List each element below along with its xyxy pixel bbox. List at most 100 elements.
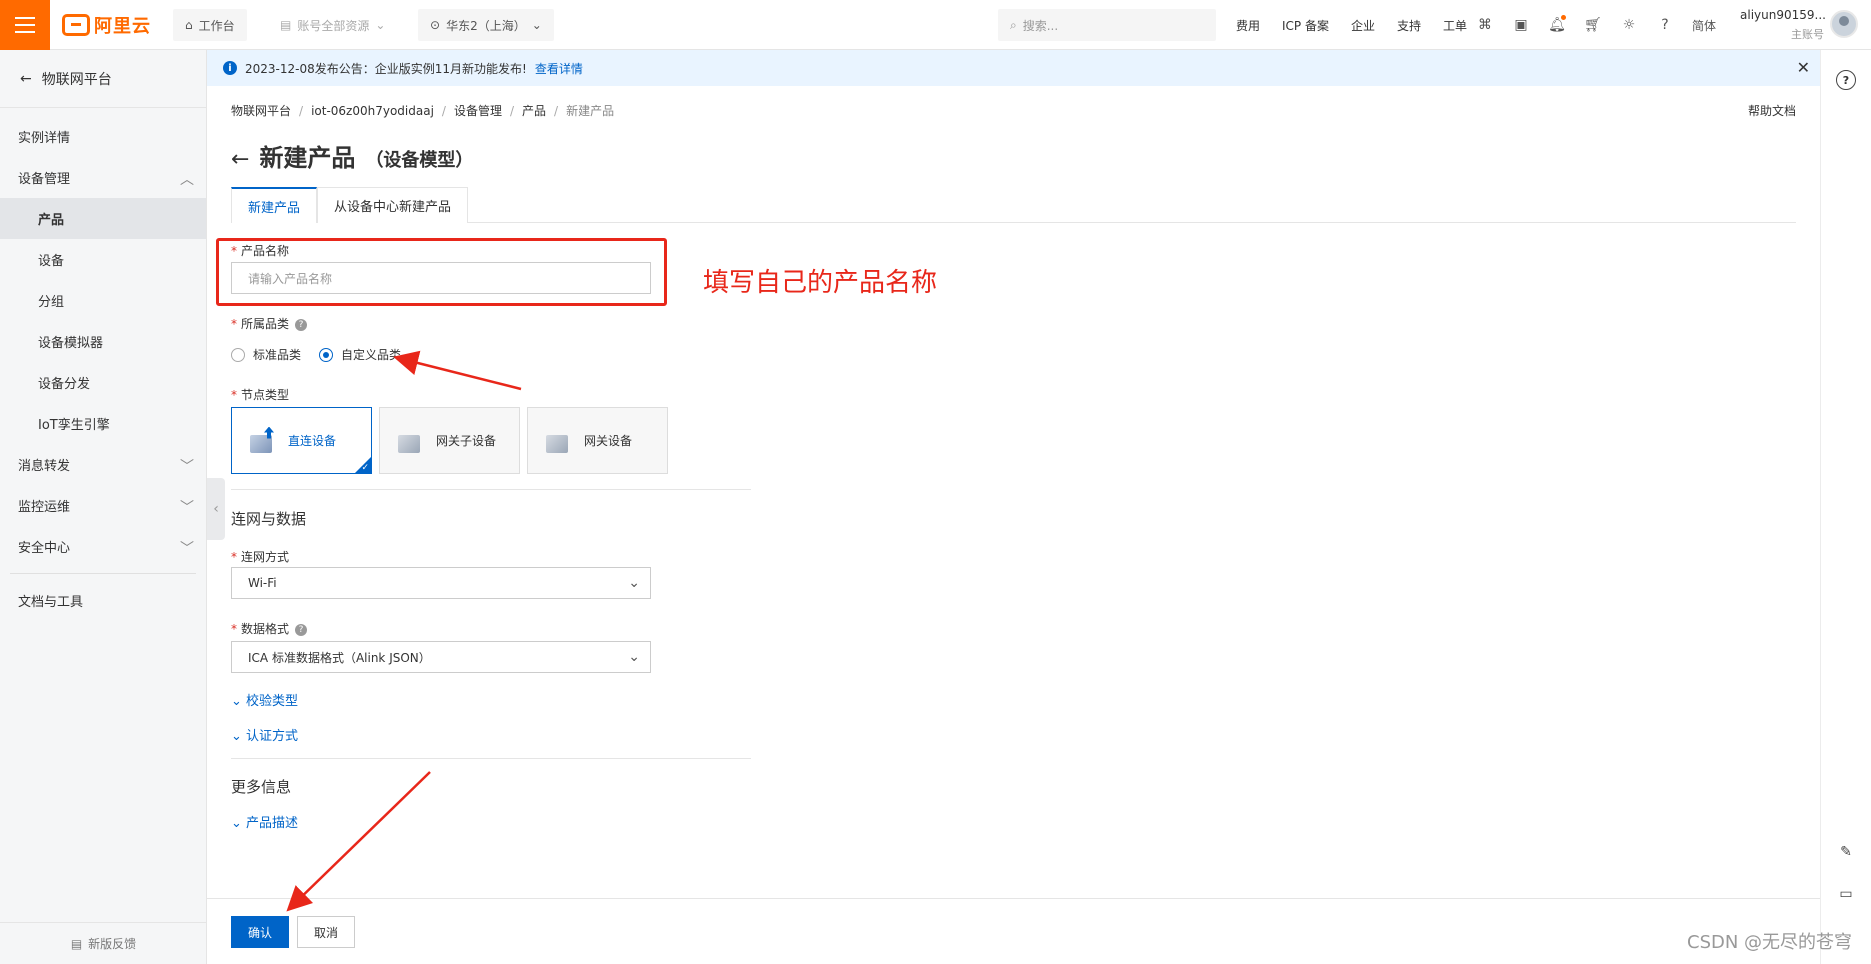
- sidebar-back[interactable]: ← 物联网平台: [0, 50, 206, 108]
- avatar[interactable]: [1830, 10, 1858, 38]
- sidebar-item-docs-tools[interactable]: 文档与工具: [0, 580, 206, 621]
- workbench-button[interactable]: ⌂ 工作台: [173, 9, 247, 41]
- code-icon[interactable]: ⌘: [1476, 17, 1494, 33]
- language-switch[interactable]: 简体: [1692, 17, 1716, 34]
- feedback-icon: ▤: [70, 936, 83, 951]
- sidebar-item-simulator[interactable]: 设备模拟器: [0, 321, 206, 362]
- chat-icon[interactable]: ▭: [1836, 886, 1856, 904]
- chevron-down-icon: ⌄: [231, 694, 247, 709]
- radio-standard-category[interactable]: 标准品类: [231, 346, 301, 363]
- search-icon: ⌕: [1010, 17, 1017, 32]
- sidebar-item-label: 文档与工具: [18, 595, 84, 610]
- sidebar-item-label: 安全中心: [18, 541, 71, 556]
- link-enterprise[interactable]: 企业: [1351, 17, 1375, 34]
- close-icon[interactable]: ✕: [1797, 58, 1810, 77]
- link-support[interactable]: 支持: [1397, 17, 1421, 34]
- edit-icon[interactable]: ✎: [1836, 844, 1856, 862]
- chevron-down-icon: ﹀: [180, 459, 194, 475]
- region-dropdown[interactable]: ⊙ 华东2（上海） ⌄: [418, 9, 554, 41]
- radio-label: 自定义品类: [341, 348, 402, 362]
- link-ticket[interactable]: 工单: [1443, 17, 1467, 34]
- announcement-link[interactable]: 查看详情: [535, 60, 583, 77]
- sidebar-item-monitoring[interactable]: 监控运维 ﹀: [0, 485, 206, 526]
- sidebar-item-security[interactable]: 安全中心 ﹀: [0, 526, 206, 567]
- sidebar-item-label: 消息转发: [18, 459, 71, 474]
- aliyun-logo[interactable]: 阿里云: [62, 12, 151, 38]
- feedback-button[interactable]: ▤ 新版反馈: [0, 922, 207, 964]
- info-icon: i: [223, 61, 237, 75]
- menu-icon[interactable]: [0, 0, 50, 50]
- data-format-label: * 数据格式?: [231, 620, 308, 637]
- user-name: aliyun90159...: [1740, 8, 1826, 22]
- auth-method-toggle[interactable]: ⌄ 认证方式: [231, 725, 298, 744]
- back-arrow-icon[interactable]: ←: [231, 147, 249, 172]
- question-icon[interactable]: ?: [295, 318, 308, 331]
- radio-custom-category[interactable]: 自定义品类: [319, 346, 401, 363]
- breadcrumb-current: 新建产品: [566, 104, 615, 118]
- sidebar-item-group[interactable]: 分组: [0, 280, 206, 321]
- product-desc-toggle[interactable]: ⌄ 产品描述: [231, 812, 298, 831]
- sidebar-item-device-management[interactable]: 设备管理 ︿: [0, 157, 206, 198]
- tab-bar: 新建产品 从设备中心新建产品: [231, 187, 1796, 223]
- bell-icon[interactable]: 🔔︎: [1548, 15, 1566, 33]
- breadcrumb-item[interactable]: 产品: [522, 102, 546, 119]
- page-title: 新建产品: [259, 144, 356, 172]
- section-divider: [231, 758, 751, 759]
- verify-type-toggle[interactable]: ⌄ 校验类型: [231, 690, 298, 709]
- top-links: 费用 ICP 备案 企业 支持 工单: [1236, 0, 1467, 50]
- sidebar-item-twin-engine[interactable]: IoT孪生引擎: [0, 403, 206, 444]
- chevron-down-icon: ⌄: [231, 729, 247, 744]
- feedback-label: 新版反馈: [88, 937, 137, 951]
- network-label: * 连网方式: [231, 550, 290, 564]
- chevron-down-icon: ⌄: [628, 649, 640, 665]
- cart-icon[interactable]: 🛒︎: [1584, 17, 1602, 33]
- data-format-select[interactable]: ICA 标准数据格式（Alink JSON） ⌄: [231, 641, 651, 673]
- announcement-bar: i 2023-12-08发布公告：企业版实例11月新功能发布! 查看详情 ✕: [207, 50, 1820, 86]
- node-type-gateway-device[interactable]: 网关设备: [527, 407, 668, 474]
- auth-method-label: 认证方式: [246, 729, 299, 744]
- node-type-direct-device[interactable]: 直连设备 ✓: [231, 407, 372, 474]
- sidebar-collapse-handle[interactable]: ‹: [207, 478, 225, 540]
- sidebar-item-message-forward[interactable]: 消息转发 ﹀: [0, 444, 206, 485]
- sidebar-item-instance[interactable]: 实例详情: [0, 116, 206, 157]
- tab-from-device-center[interactable]: 从设备中心新建产品: [317, 187, 469, 223]
- sidebar-item-product[interactable]: 产品: [0, 198, 206, 239]
- confirm-button[interactable]: 确认: [231, 916, 289, 948]
- node-type-cards: 直连设备 ✓ 网关子设备 网关设备: [231, 407, 668, 474]
- cancel-button[interactable]: 取消: [297, 916, 355, 948]
- user-info[interactable]: aliyun90159... 主账号: [1740, 8, 1826, 42]
- network-select[interactable]: Wi-Fi ⌄: [231, 567, 651, 599]
- chevron-down-icon: ﹀: [180, 500, 194, 516]
- verify-type-label: 校验类型: [246, 694, 299, 709]
- category-label: * 所属品类?: [231, 315, 308, 332]
- link-billing[interactable]: 费用: [1236, 17, 1260, 34]
- product-desc-label: 产品描述: [246, 816, 299, 831]
- gateway-cube-icon: [546, 427, 572, 455]
- search-input[interactable]: ⌕ 搜索...: [998, 9, 1216, 41]
- home-icon: ⌂: [185, 18, 193, 32]
- node-type-label: 网关子设备: [436, 434, 497, 448]
- help-icon[interactable]: ?: [1656, 17, 1674, 33]
- help-doc-link[interactable]: 帮助文档: [1748, 102, 1796, 119]
- chevron-down-icon: ⌄: [531, 18, 542, 32]
- search-placeholder: 搜索...: [1022, 18, 1059, 33]
- link-icp[interactable]: ICP 备案: [1282, 17, 1329, 34]
- question-icon[interactable]: ?: [295, 623, 308, 636]
- sidebar-item-label: 监控运维: [18, 500, 71, 515]
- node-type-gateway-subdevice[interactable]: 网关子设备: [379, 407, 520, 474]
- breadcrumb-item[interactable]: iot-06z00h7yodidaaj: [311, 104, 434, 118]
- sidebar-item-label: IoT孪生引擎: [38, 418, 110, 433]
- bulb-icon[interactable]: ☼: [1620, 17, 1638, 33]
- category-label-text: 所属品类: [241, 317, 290, 331]
- tab-new-product[interactable]: 新建产品: [231, 187, 318, 223]
- breadcrumb-item[interactable]: 设备管理: [454, 102, 502, 119]
- top-bar: 阿里云 ⌂ 工作台 ▤ 账号全部资源 ⌄ ⊙ 华东2（上海） ⌄ ⌕ 搜索...…: [0, 0, 1871, 50]
- sidebar-item-distribution[interactable]: 设备分发: [0, 362, 206, 403]
- resources-dropdown[interactable]: ▤ 账号全部资源 ⌄: [268, 9, 398, 41]
- sidebar-item-device[interactable]: 设备: [0, 239, 206, 280]
- terminal-icon[interactable]: ▣: [1512, 17, 1530, 33]
- arrow-left-icon: ←: [20, 70, 32, 87]
- breadcrumb: 物联网平台 / iot-06z00h7yodidaaj / 设备管理 / 产品 / 新建…: [231, 102, 615, 119]
- help-icon[interactable]: ?: [1836, 70, 1856, 90]
- breadcrumb-item[interactable]: 物联网平台: [231, 102, 291, 119]
